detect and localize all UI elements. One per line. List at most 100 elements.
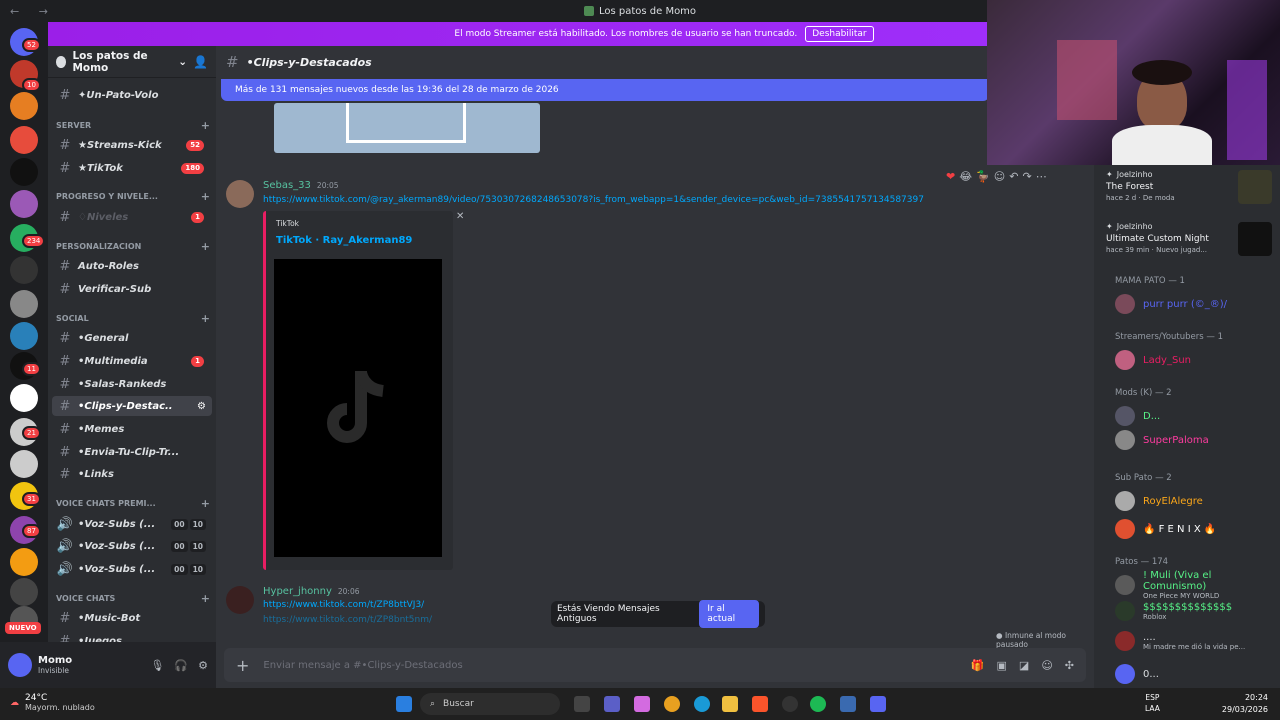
video-player[interactable]: [274, 259, 442, 557]
channel-item[interactable]: # Verificar-Sub: [52, 279, 212, 299]
category-header[interactable]: PROGRESO Y NIVELE... +: [56, 189, 210, 203]
copilot-icon[interactable]: [634, 696, 650, 712]
guild-header[interactable]: Los patos de Momo ⌄ 👤: [48, 46, 216, 78]
server-icon[interactable]: [10, 548, 38, 576]
category-header[interactable]: SERVER +: [56, 118, 210, 132]
previous-embed-image[interactable]: [274, 103, 540, 153]
message-link[interactable]: https://www.tiktok.com/t/ZP8bnt5nm/: [263, 615, 432, 625]
discord-icon[interactable]: [870, 696, 886, 712]
server-icon[interactable]: [10, 126, 38, 154]
member-item[interactable]: 0...: [1115, 663, 1275, 685]
channel-item[interactable]: # •Memes: [52, 419, 212, 439]
disable-button[interactable]: Deshabilitar: [805, 26, 874, 42]
member-item[interactable]: ! Muli (Viva el Comunismo) One Piece MY W…: [1115, 570, 1275, 600]
activity-card[interactable]: ✦ Joelzinho The Forest hace 2 d · De moda: [1106, 170, 1272, 212]
channel-item[interactable]: # •Clips-y-Destac.. ⚙: [52, 396, 212, 416]
forward-icon[interactable]: ↷: [1022, 170, 1031, 183]
member-item[interactable]: Lady_Sun: [1115, 349, 1275, 371]
add-channel-icon[interactable]: +: [201, 592, 210, 605]
channel-item[interactable]: # ★TikTok 180: [52, 158, 212, 178]
folder-icon[interactable]: [722, 696, 738, 712]
sticker-icon[interactable]: ◪: [1019, 659, 1029, 672]
gear-icon[interactable]: ⚙: [197, 401, 206, 412]
avatar[interactable]: [8, 653, 32, 677]
channel-item[interactable]: 🔊 •Voz-Subs (... 00 10: [52, 536, 212, 556]
channel-item[interactable]: # •Envia-Tu-Clip-Tr...: [52, 442, 212, 462]
gift-icon[interactable]: 🎁: [971, 659, 985, 672]
channel-item[interactable]: # •Music-Bot: [52, 608, 212, 628]
duck-reaction-icon[interactable]: 🦆: [976, 170, 990, 183]
gear-icon[interactable]: ⚙: [198, 659, 208, 672]
headphones-icon[interactable]: 🎧: [174, 659, 188, 672]
server-icon[interactable]: [10, 450, 38, 478]
server-icon[interactable]: [10, 190, 38, 218]
category-header[interactable]: SOCIAL +: [56, 311, 210, 325]
attach-plus-icon[interactable]: +: [236, 656, 249, 675]
avatar[interactable]: [226, 180, 254, 208]
server-icon[interactable]: [10, 578, 38, 606]
microphone-icon[interactable]: 🎙: [150, 659, 164, 672]
channel-item[interactable]: # •Multimedia 1: [52, 351, 212, 371]
chrome-icon[interactable]: [664, 696, 680, 712]
apps-icon[interactable]: ✣: [1065, 659, 1074, 672]
add-channel-icon[interactable]: +: [201, 119, 210, 132]
activity-card[interactable]: ✦ Joelzinho Ultimate Custom Night hace 39…: [1106, 222, 1272, 264]
close-icon[interactable]: ✕: [456, 211, 464, 222]
category-header[interactable]: VOICE CHATS PREMI... +: [56, 496, 210, 510]
member-item[interactable]: .... Mi madre me dió la vida pe...: [1115, 630, 1275, 652]
channel-item[interactable]: # ✦Un-Pato-Volo: [52, 85, 212, 105]
more-icon[interactable]: ⋯: [1036, 170, 1047, 183]
server-icon[interactable]: [10, 158, 38, 186]
teams-icon[interactable]: [604, 696, 620, 712]
member-item[interactable]: purr purr (©_®)/: [1115, 293, 1275, 315]
message-link[interactable]: https://www.tiktok.com/@ray_akerman89/vi…: [263, 195, 924, 205]
search-box[interactable]: ⌕ Buscar: [420, 693, 560, 715]
add-channel-icon[interactable]: +: [201, 312, 210, 325]
start-icon[interactable]: [396, 696, 412, 712]
add-reaction-icon[interactable]: ☺: [994, 170, 1005, 183]
app-icon[interactable]: [840, 696, 856, 712]
server-icon[interactable]: [10, 290, 38, 318]
member-item[interactable]: D...: [1115, 405, 1275, 427]
embed-title[interactable]: TikTok · Ray_Akerman89: [276, 235, 412, 246]
jump-to-present-button[interactable]: Ir al actual: [699, 600, 759, 628]
message-input[interactable]: Enviar mensaje a #•Clips-y-Destacados: [263, 660, 462, 671]
member-item[interactable]: 🔥 F E N I X 🔥: [1115, 518, 1275, 540]
channel-item[interactable]: # •General: [52, 328, 212, 348]
member-item[interactable]: SuperPaloma: [1115, 429, 1275, 451]
member-item[interactable]: $$$$$$$$$$$$$$ Roblox: [1115, 600, 1275, 622]
edge-icon[interactable]: [694, 696, 710, 712]
channel-item[interactable]: # •Links: [52, 464, 212, 484]
heart-reaction-icon[interactable]: ❤: [946, 170, 955, 183]
laugh-reaction-icon[interactable]: 😂: [959, 170, 972, 183]
channel-item[interactable]: # ★Streams-Kick 52: [52, 135, 212, 155]
channel-item[interactable]: # Auto-Roles: [52, 256, 212, 276]
new-messages-bar[interactable]: Más de 131 mensajes nuevos desde las 19:…: [221, 79, 989, 101]
channel-item[interactable]: # ♢Niveles 1: [52, 207, 212, 227]
add-channel-icon[interactable]: +: [201, 190, 210, 203]
member-item[interactable]: RoyElAlegre: [1115, 490, 1275, 512]
server-icon[interactable]: [10, 384, 38, 412]
clock[interactable]: 20:24 29/03/2026: [1222, 692, 1268, 716]
gif-icon[interactable]: ▣: [997, 659, 1007, 672]
category-header[interactable]: PERSONALIZACION +: [56, 239, 210, 253]
emoji-icon[interactable]: ☺: [1041, 659, 1052, 672]
channel-item[interactable]: 🔊 •Voz-Subs (... 00 10: [52, 514, 212, 534]
language-indicator[interactable]: ESP LAA: [1145, 692, 1160, 714]
brave-icon[interactable]: [752, 696, 768, 712]
obs-icon[interactable]: [782, 696, 798, 712]
channel-item[interactable]: 🔊 •Voz-Subs (... 00 10: [52, 559, 212, 579]
server-icon[interactable]: [10, 92, 38, 120]
weather-widget[interactable]: ☁ 24°C Mayorm. nublado: [10, 693, 95, 712]
add-channel-icon[interactable]: +: [201, 240, 210, 253]
message-link[interactable]: https://www.tiktok.com/t/ZP8bttVJ3/: [263, 600, 424, 610]
avatar[interactable]: [226, 586, 254, 614]
task-view-icon[interactable]: [574, 696, 590, 712]
channel-item[interactable]: # •Salas-Rankeds: [52, 374, 212, 394]
server-icon[interactable]: [10, 256, 38, 284]
spotify-icon[interactable]: [810, 696, 826, 712]
reply-icon[interactable]: ↶: [1009, 170, 1018, 183]
server-icon[interactable]: [10, 322, 38, 350]
add-member-icon[interactable]: 👤: [193, 55, 208, 69]
add-channel-icon[interactable]: +: [201, 497, 210, 510]
